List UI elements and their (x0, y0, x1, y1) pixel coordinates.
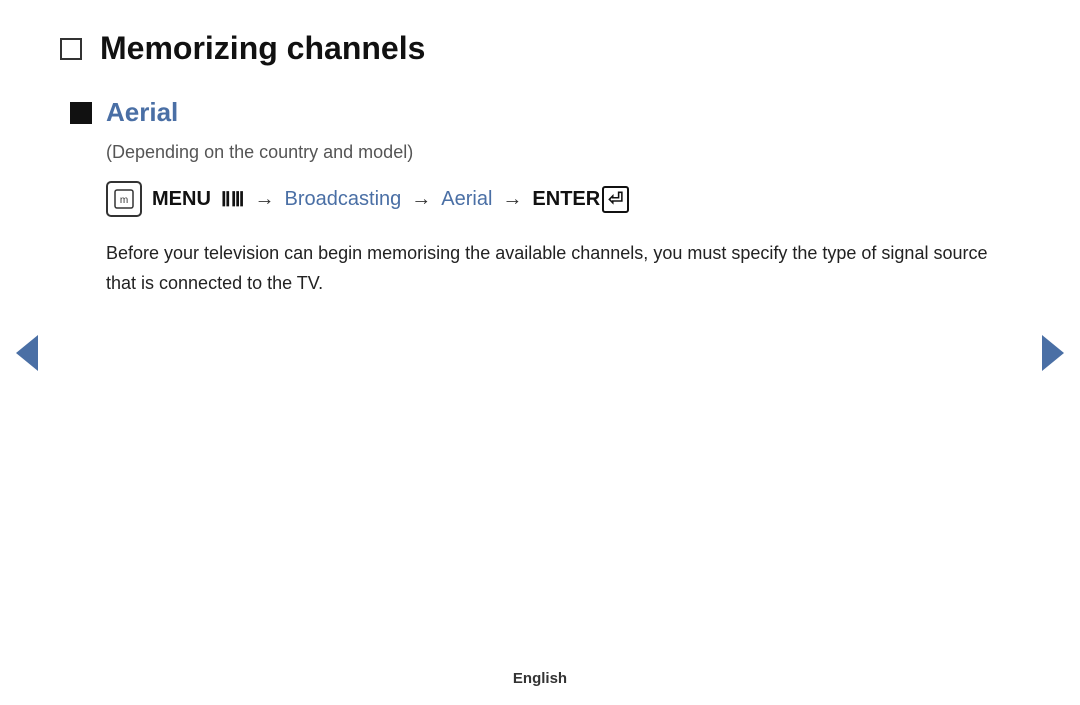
menu-label: MENU (152, 188, 211, 211)
left-arrow-icon (16, 335, 38, 371)
arrow-1: → (255, 188, 275, 211)
section-header: Aerial (70, 97, 1000, 128)
svg-text:m: m (120, 195, 128, 206)
section-bullet-icon (70, 102, 92, 124)
page-container: Memorizing channels Aerial (Depending on… (0, 0, 1080, 705)
section-description: Before your television can begin memoris… (106, 239, 1000, 298)
footer-language: English (513, 670, 567, 687)
menu-path: m MENU ⅡⅢ → Broadcasting → Aerial → ENTE… (106, 181, 1000, 217)
nav-left-button[interactable] (16, 335, 38, 371)
enter-label: ENTER⏎ (532, 186, 629, 213)
page-title: Memorizing channels (100, 30, 425, 67)
title-checkbox-icon (60, 38, 82, 60)
enter-text: ENTER (532, 188, 600, 211)
nav-right-button[interactable] (1042, 335, 1064, 371)
enter-icon: ⏎ (602, 186, 629, 213)
section-aerial: Aerial (Depending on the country and mod… (70, 97, 1000, 298)
page-title-section: Memorizing channels (60, 30, 1000, 67)
menu-suffix: ⅡⅢ (221, 187, 245, 212)
right-arrow-icon (1042, 335, 1064, 371)
broadcasting-link[interactable]: Broadcasting (285, 188, 402, 211)
section-title: Aerial (106, 97, 178, 128)
section-subtitle: (Depending on the country and model) (106, 142, 1000, 163)
arrow-3: → (502, 188, 522, 211)
arrow-2: → (411, 188, 431, 211)
aerial-link[interactable]: Aerial (441, 188, 492, 211)
menu-icon: m (106, 181, 142, 217)
